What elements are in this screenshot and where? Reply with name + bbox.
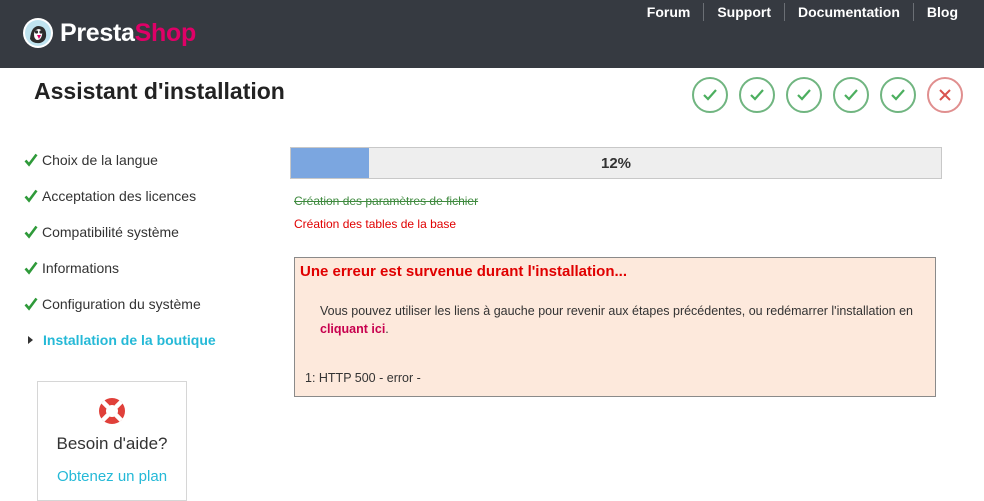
- check-icon: [24, 189, 40, 203]
- help-box: Besoin d'aide? Obtenez un plan: [37, 381, 187, 501]
- retry-link[interactable]: cliquant ici: [320, 322, 385, 336]
- sidebar-item-language[interactable]: Choix de la langue: [24, 142, 216, 178]
- nav-support-link[interactable]: Support: [703, 3, 771, 21]
- lifebuoy-icon: [97, 396, 127, 426]
- check-icon: [24, 261, 40, 275]
- error-text-after: .: [385, 322, 389, 336]
- error-detail: 1: HTTP 500 - error -: [305, 371, 421, 385]
- sidebar-item-label: Acceptation des licences: [42, 188, 197, 204]
- page-title: Assistant d'installation: [34, 78, 285, 104]
- sidebar-item-information[interactable]: Informations: [24, 250, 216, 286]
- logo-part-presta: Presta: [60, 18, 135, 47]
- sidebar-item-label: Informations: [42, 260, 120, 276]
- logo-wordmark: PrestaShop: [60, 19, 196, 48]
- step-3-check-icon: [786, 77, 822, 113]
- nav-blog-link[interactable]: Blog: [912, 3, 958, 21]
- error-message: Vous pouvez utiliser les liens à gauche …: [320, 302, 925, 338]
- install-progress-bar: 12%: [290, 147, 942, 179]
- task-completed: Création des paramètres de fichier: [294, 194, 479, 208]
- step-2-check-icon: [739, 77, 775, 113]
- prestashop-logo[interactable]: PrestaShop: [22, 16, 196, 50]
- sidebar-item-label: Configuration du système: [42, 296, 201, 312]
- sidebar-item-system-config[interactable]: Configuration du système: [24, 286, 216, 322]
- error-panel: Une erreur est survenue durant l'install…: [294, 257, 936, 397]
- step-indicators: [692, 77, 963, 113]
- top-nav: Forum Support Documentation Blog: [634, 3, 958, 21]
- triangle-right-icon: [28, 336, 33, 344]
- sidebar-item-compatibility[interactable]: Compatibilité système: [24, 214, 216, 250]
- logo-part-shop: Shop: [134, 18, 197, 47]
- step-6-error-icon: [927, 77, 963, 113]
- check-icon: [24, 297, 40, 311]
- nav-forum-link[interactable]: Forum: [634, 3, 691, 21]
- sidebar-item-label: Compatibilité système: [42, 224, 179, 240]
- task-failed: Création des tables de la base: [294, 217, 457, 231]
- check-icon: [24, 153, 40, 167]
- help-plan-link[interactable]: Obtenez un plan: [38, 468, 186, 485]
- check-icon: [24, 225, 40, 239]
- install-steps-sidebar: Choix de la langue Acceptation des licen…: [24, 142, 216, 358]
- sidebar-item-label: Installation de la boutique: [43, 332, 216, 348]
- progress-label: 12%: [600, 154, 632, 172]
- sidebar-item-label: Choix de la langue: [42, 152, 158, 168]
- puffin-logo-icon: [22, 17, 54, 49]
- step-1-check-icon: [692, 77, 728, 113]
- sidebar-item-store-install[interactable]: Installation de la boutique: [24, 322, 216, 358]
- error-title: Une erreur est survenue durant l'install…: [300, 263, 627, 280]
- step-5-check-icon: [880, 77, 916, 113]
- sidebar-item-licenses[interactable]: Acceptation des licences: [24, 178, 216, 214]
- error-text-before: Vous pouvez utiliser les liens à gauche …: [320, 304, 914, 318]
- step-4-check-icon: [833, 77, 869, 113]
- nav-documentation-link[interactable]: Documentation: [784, 3, 900, 21]
- help-title: Besoin d'aide?: [56, 434, 168, 453]
- top-header: PrestaShop Forum Support Documentation B…: [0, 0, 984, 68]
